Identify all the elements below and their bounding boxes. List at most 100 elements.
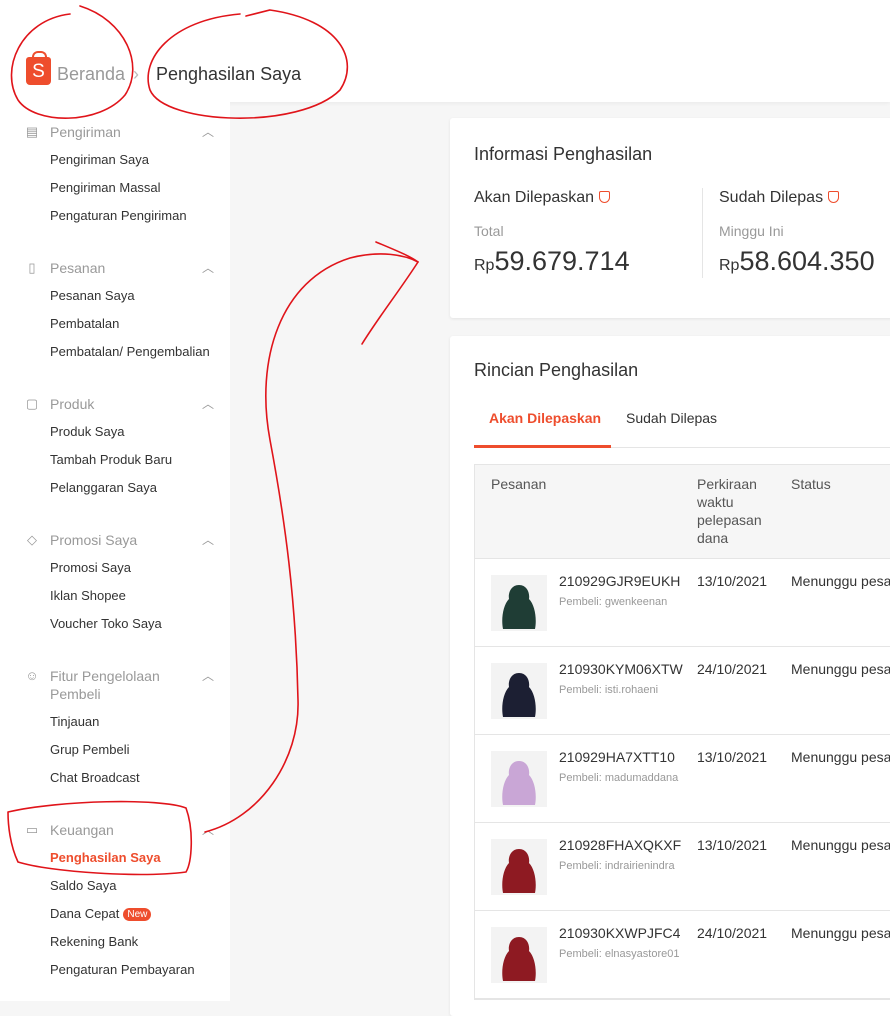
active-tab-indicator [474,445,611,448]
sidebar-item-iklan-shopee[interactable]: Iklan Shopee [50,588,126,603]
buyer-name: Pembeli: elnasyastore01 [559,948,680,960]
table-header: Pesanan Perkiraan waktu pelepasan dana S… [475,465,890,559]
currency-label: Rp [474,257,495,274]
order-status: Menunggu pesa [791,749,890,765]
chevron-up-icon[interactable]: ︿ [202,667,214,684]
chevron-up-icon[interactable]: ︿ [202,395,214,412]
sidebar-item-pengaturan-pembayaran[interactable]: Pengaturan Pembayaran [50,962,195,977]
sidebar-item-produk-saya[interactable]: Produk Saya [50,424,124,439]
sidebar-item-label: Dana Cepat [50,906,120,921]
product-thumbnail[interactable] [491,839,547,895]
sidebar-section-pengiriman[interactable]: ▤ Pengiriman ︿ [24,123,214,141]
table-row[interactable]: 210930KXWPJFC4 Pembeli: elnasyastore01 2… [475,911,890,999]
tab-sudah-dilepas[interactable]: Sudah Dilepas [626,410,717,426]
chevron-up-icon[interactable]: ︿ [202,123,214,140]
sidebar-item-grup-pembeli[interactable]: Grup Pembeli [50,742,129,757]
income-info-title: Informasi Penghasilan [474,144,653,164]
new-badge: New [123,908,152,921]
table-row[interactable]: 210928FHAXQKXF Pembeli: indrairienindra … [475,823,890,911]
sidebar-item-chat-broadcast[interactable]: Chat Broadcast [50,770,140,785]
sidebar-item-pengiriman-saya[interactable]: Pengiriman Saya [50,152,149,167]
sidebar-section-keuangan[interactable]: ▭ Keuangan ︿ [24,821,214,839]
table-row[interactable]: 210929HA7XTT10 Pembeli: madumaddana 13/1… [475,735,890,823]
breadcrumb-current: Penghasilan Saya [156,64,302,84]
clipboard-icon: ▯ [28,260,36,275]
bag-icon: ▢ [25,396,39,411]
order-id[interactable]: 210929HA7XTT10 [559,749,675,765]
sidebar-item-promosi-saya[interactable]: Promosi Saya [50,560,131,575]
truck-icon: ▤ [25,124,39,139]
pending-amount-value: 59.679.714 [494,246,630,276]
sidebar-item-pengembalian[interactable]: Pembatalan/ Pengembalian [50,344,210,359]
sidebar-section-produk[interactable]: ▢ Produk ︿ [24,395,214,413]
pending-label-text: Akan Dilepaskan [474,189,595,206]
release-date: 24/10/2021 [697,925,768,941]
logo-letter: S [32,61,45,82]
sidebar-item-dana-cepat[interactable]: Dana Cepat New [50,906,152,921]
chevron-up-icon[interactable]: ︿ [202,259,214,276]
released-amount-value: 58.604.350 [739,246,875,276]
sidebar-item-pembatalan[interactable]: Pembatalan [50,316,119,331]
product-thumbnail[interactable] [491,927,547,983]
sidebar-item-saldo-saya[interactable]: Saldo Saya [50,878,117,893]
buyer-name: Pembeli: isti.rohaeni [559,684,659,696]
chevron-up-icon[interactable]: ︿ [202,821,214,838]
order-id[interactable]: 210928FHAXQKXF [559,837,681,853]
sidebar-item-pelanggaran[interactable]: Pelanggaran Saya [50,480,157,495]
chevron-up-icon[interactable]: ︿ [202,531,214,548]
currency-label: Rp [719,257,740,274]
released-label-text: Sudah Dilepas [719,189,824,206]
shield-icon [828,191,840,203]
table-row[interactable]: 210930KYM06XTW Pembeli: isti.rohaeni 24/… [475,647,890,735]
column-estimate: Perkiraan waktu pelepasan dana [697,476,762,546]
release-date: 13/10/2021 [697,573,768,589]
income-details-title: Rincian Penghasilan [474,360,639,380]
column-status: Status [791,476,831,492]
sidebar-section-fitur-pembeli[interactable]: ☺ Fitur Pengelolaan Pembeli ︿ [24,667,214,703]
product-image [491,751,547,807]
tab-akan-dilepaskan[interactable]: Akan Dilepaskan [489,410,601,426]
product-image [491,663,547,719]
product-thumbnail[interactable] [491,751,547,807]
shopee-logo-icon[interactable]: S [26,51,51,85]
release-date: 13/10/2021 [697,837,768,853]
pending-label: Akan Dilepaskan [474,189,611,207]
sidebar-item-pesanan-saya[interactable]: Pesanan Saya [50,288,135,303]
buyer-name: Pembeli: gwenkeenan [559,596,668,608]
sidebar-item-rekening-bank[interactable]: Rekening Bank [50,934,138,949]
product-image [491,575,547,631]
product-image [491,927,547,983]
order-id[interactable]: 210930KXWPJFC4 [559,925,680,941]
order-id[interactable]: 210929GJR9EUKH [559,573,680,589]
wallet-icon: ▭ [25,822,39,837]
sidebar-item-pengiriman-massal[interactable]: Pengiriman Massal [50,180,161,195]
pending-sub-label: Total [474,223,504,239]
users-icon: ☺ [25,668,39,683]
income-table: Pesanan Perkiraan waktu pelepasan dana S… [474,464,890,1000]
breadcrumb-separator-icon: › [133,64,139,84]
product-image [491,839,547,895]
breadcrumb-home[interactable]: Beranda [57,64,125,85]
pending-amount: Rp59.679.714 [474,246,630,277]
table-row[interactable]: 210929GJR9EUKH Pembeli: gwenkeenan 13/10… [475,559,890,647]
sidebar: ▤ Pengiriman ︿ Pengiriman Saya Pengirima… [0,102,230,1001]
sidebar-item-pengaturan-pengiriman[interactable]: Pengaturan Pengiriman [50,208,187,223]
section-title: Pesanan [50,260,106,276]
section-title: Fitur Pengelolaan Pembeli [50,668,160,702]
sidebar-section-promosi[interactable]: ◇ Promosi Saya ︿ [24,531,214,549]
sidebar-item-tambah-produk[interactable]: Tambah Produk Baru [50,452,172,467]
product-thumbnail[interactable] [491,575,547,631]
order-id[interactable]: 210930KYM06XTW [559,661,683,677]
buyer-name: Pembeli: indrairienindra [559,860,675,872]
order-status: Menunggu pesa [791,661,890,677]
sidebar-item-tinjauan[interactable]: Tinjauan [50,714,99,729]
product-thumbnail[interactable] [491,663,547,719]
sidebar-section-pesanan[interactable]: ▯ Pesanan ︿ [24,259,214,277]
sidebar-item-penghasilan-saya[interactable]: Penghasilan Saya [50,850,161,865]
sidebar-item-voucher-toko[interactable]: Voucher Toko Saya [50,616,162,631]
section-title: Promosi Saya [50,532,138,548]
section-title: Pengiriman [50,124,121,140]
buyer-name: Pembeli: madumaddana [559,772,679,784]
top-bar: S Beranda › Penghasilan Saya [0,0,890,102]
shield-icon [599,191,611,203]
